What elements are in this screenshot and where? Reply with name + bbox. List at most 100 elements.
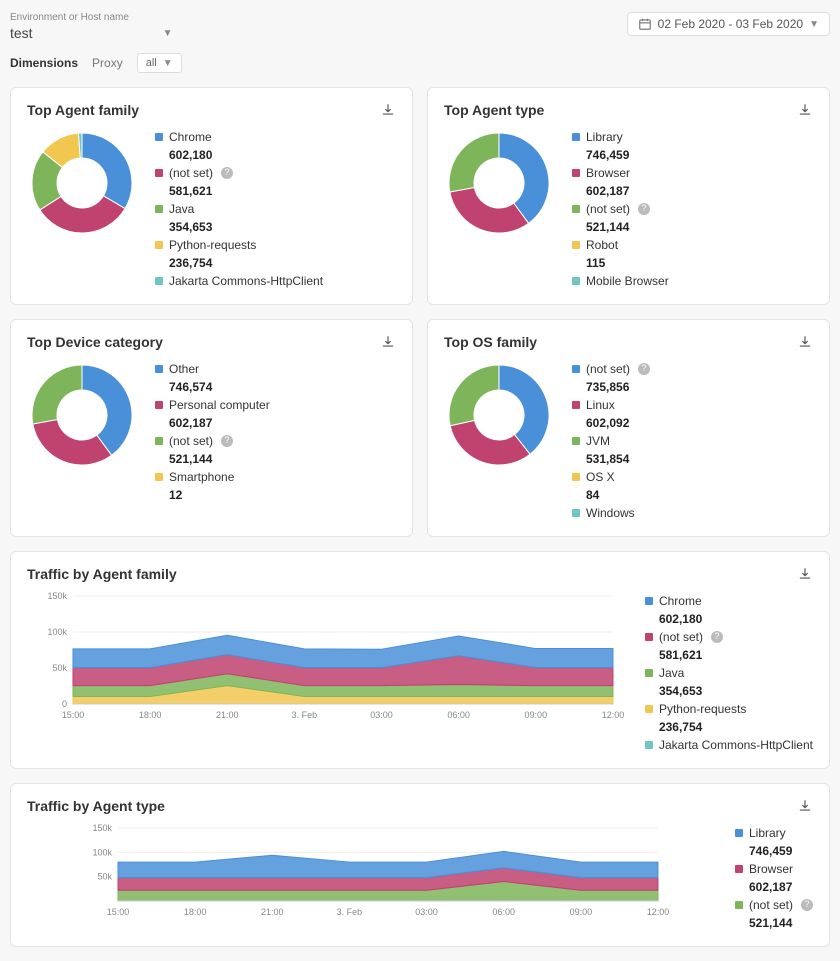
download-icon: [798, 799, 812, 813]
legend-item[interactable]: OS X: [572, 468, 650, 486]
svg-text:09:00: 09:00: [570, 907, 593, 917]
legend-item[interactable]: Jakarta Commons-HttpClient: [155, 272, 323, 290]
legend-item[interactable]: (not set)?: [572, 200, 669, 218]
proxy-select[interactable]: all ▼: [137, 53, 182, 73]
svg-text:12:00: 12:00: [602, 710, 625, 720]
svg-text:06:00: 06:00: [492, 907, 515, 917]
legend-item[interactable]: Windows: [572, 504, 650, 522]
legend-swatch: [645, 633, 653, 641]
legend-item[interactable]: Chrome: [645, 592, 813, 610]
help-icon[interactable]: ?: [221, 435, 233, 447]
legend-item[interactable]: Browser: [735, 860, 813, 878]
area-chart-agent-family: 050k100k150k15:0018:0021:003. Feb03:0006…: [27, 592, 627, 722]
svg-text:21:00: 21:00: [261, 907, 284, 917]
date-range-picker[interactable]: 02 Feb 2020 - 03 Feb 2020 ▼: [627, 12, 830, 36]
legend-value: 602,092: [586, 414, 650, 432]
legend: Library746,459Browser602,187(not set)?52…: [735, 824, 813, 932]
legend-item[interactable]: JVM: [572, 432, 650, 450]
legend-item[interactable]: Robot: [572, 236, 669, 254]
svg-text:150k: 150k: [47, 592, 67, 601]
donut-chart-agent-type: [444, 128, 554, 238]
download-button[interactable]: [380, 102, 396, 118]
help-icon[interactable]: ?: [221, 167, 233, 179]
legend-label: (not set): [586, 200, 630, 218]
legend-item[interactable]: (not set)?: [645, 628, 813, 646]
download-button[interactable]: [380, 334, 396, 350]
legend-item[interactable]: Python-requests: [155, 236, 323, 254]
calendar-icon: [638, 17, 652, 31]
download-button[interactable]: [797, 102, 813, 118]
legend-label: Java: [169, 200, 194, 218]
legend-swatch: [735, 901, 743, 909]
legend-label: OS X: [586, 468, 615, 486]
legend-item[interactable]: Smartphone: [155, 468, 270, 486]
legend-swatch: [155, 241, 163, 249]
legend-item[interactable]: Browser: [572, 164, 669, 182]
legend-item[interactable]: Chrome: [155, 128, 323, 146]
legend-value: 746,459: [749, 842, 813, 860]
svg-text:3. Feb: 3. Feb: [337, 907, 363, 917]
legend-item[interactable]: (not set)?: [155, 164, 323, 182]
top-bar: Environment or Host name test ▼ 02 Feb 2…: [0, 0, 840, 49]
legend-swatch: [155, 437, 163, 445]
proxy-value: all: [146, 57, 157, 69]
download-icon: [381, 103, 395, 117]
legend-swatch: [155, 277, 163, 285]
donut-chart-agent-family: [27, 128, 137, 238]
legend-label: Smartphone: [169, 468, 234, 486]
card-device-category: Top Device category Other746,574Personal…: [10, 319, 413, 537]
card-traffic-agent-type: Traffic by Agent type 50k100k150k15:0018…: [10, 783, 830, 947]
chevron-down-icon: ▼: [163, 58, 173, 69]
svg-text:3. Feb: 3. Feb: [292, 710, 318, 720]
legend-item[interactable]: Java: [155, 200, 323, 218]
svg-text:100k: 100k: [47, 627, 67, 637]
legend-label: Other: [169, 360, 199, 378]
filter-bar: Dimensions Proxy all ▼: [0, 49, 840, 87]
legend-label: Library: [749, 824, 786, 842]
chevron-down-icon: ▼: [163, 28, 173, 39]
legend-value: 602,187: [169, 414, 270, 432]
download-icon: [798, 567, 812, 581]
legend-swatch: [645, 669, 653, 677]
download-button[interactable]: [797, 334, 813, 350]
legend-label: Library: [586, 128, 623, 146]
card-title: Top OS family: [444, 334, 537, 350]
environment-dropdown[interactable]: test ▼: [10, 23, 172, 43]
legend-item[interactable]: Other: [155, 360, 270, 378]
legend-item[interactable]: Python-requests: [645, 700, 813, 718]
legend-label: Java: [659, 664, 684, 682]
legend: (not set)?735,856Linux602,092JVM531,854O…: [572, 360, 650, 522]
legend-item[interactable]: Personal computer: [155, 396, 270, 414]
legend-item[interactable]: Linux: [572, 396, 650, 414]
help-icon[interactable]: ?: [638, 363, 650, 375]
legend-value: 521,144: [169, 450, 270, 468]
download-icon: [798, 103, 812, 117]
help-icon[interactable]: ?: [638, 203, 650, 215]
legend-label: Robot: [586, 236, 618, 254]
legend: Chrome602,180(not set)?581,621Java354,65…: [645, 592, 813, 754]
legend-item[interactable]: Library: [572, 128, 669, 146]
legend-swatch: [645, 741, 653, 749]
help-icon[interactable]: ?: [711, 631, 723, 643]
download-icon: [798, 335, 812, 349]
legend-item[interactable]: (not set)?: [155, 432, 270, 450]
legend-item[interactable]: Jakarta Commons-HttpClient: [645, 736, 813, 754]
legend-swatch: [572, 241, 580, 249]
card-agent-type: Top Agent type Library746,459Browser602,…: [427, 87, 830, 305]
legend-item[interactable]: (not set)?: [735, 896, 813, 914]
card-agent-family: Top Agent family Chrome602,180(not set)?…: [10, 87, 413, 305]
download-button[interactable]: [797, 566, 813, 582]
card-os-family: Top OS family (not set)?735,856Linux602,…: [427, 319, 830, 537]
legend-item[interactable]: Java: [645, 664, 813, 682]
legend-swatch: [572, 473, 580, 481]
legend-item[interactable]: (not set)?: [572, 360, 650, 378]
legend-value: 531,854: [586, 450, 650, 468]
download-button[interactable]: [797, 798, 813, 814]
card-title: Traffic by Agent family: [27, 566, 177, 582]
svg-text:12:00: 12:00: [647, 907, 670, 917]
help-icon[interactable]: ?: [801, 899, 813, 911]
environment-selector[interactable]: Environment or Host name test ▼: [10, 12, 172, 43]
legend-item[interactable]: Library: [735, 824, 813, 842]
legend-item[interactable]: Mobile Browser: [572, 272, 669, 290]
legend-label: Chrome: [169, 128, 212, 146]
